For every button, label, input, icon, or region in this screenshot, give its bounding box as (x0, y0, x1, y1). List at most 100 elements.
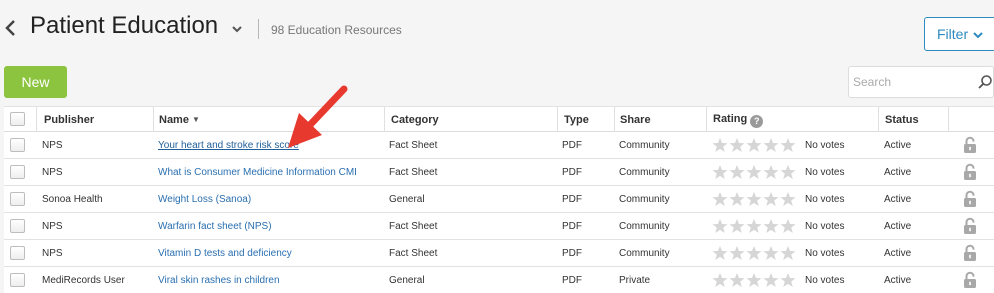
star-icon[interactable] (712, 272, 728, 288)
star-icon[interactable] (763, 191, 779, 207)
votes-cell: No votes (805, 275, 845, 286)
star-icon[interactable] (729, 137, 745, 153)
chevron-left-icon[interactable] (4, 18, 18, 38)
star-icon[interactable] (780, 137, 796, 153)
search-box (848, 66, 994, 98)
star-icon[interactable] (780, 218, 796, 234)
chevron-down-icon[interactable] (230, 22, 244, 36)
resource-count: 98 Education Resources (271, 23, 402, 37)
category-cell: General (389, 275, 425, 286)
star-icon[interactable] (780, 272, 796, 288)
star-icon[interactable] (746, 218, 762, 234)
table-row[interactable]: MediRecords User Viral skin rashes in chi… (4, 267, 994, 293)
publisher-cell: NPS (42, 221, 63, 232)
share-cell: Community (619, 221, 670, 232)
star-icon[interactable] (712, 137, 728, 153)
star-icon[interactable] (712, 245, 728, 261)
resource-name-link[interactable]: Weight Loss (Sanoa) (158, 194, 251, 205)
column-header-name[interactable]: Name ▼ (159, 114, 200, 126)
lock-icon[interactable] (962, 136, 978, 154)
page-header: Patient Education 98 Education Resources… (0, 0, 994, 58)
help-icon[interactable]: ? (750, 115, 764, 128)
star-icon[interactable] (746, 191, 762, 207)
column-separator (153, 107, 154, 132)
table-row[interactable]: NPS What is Consumer Medicine Information… (4, 159, 994, 186)
row-checkbox[interactable] (10, 192, 25, 206)
page-title: Patient Education (30, 12, 219, 39)
lock-icon[interactable] (962, 271, 978, 289)
lock-icon[interactable] (962, 163, 978, 181)
star-icon[interactable] (746, 245, 762, 261)
star-icon[interactable] (763, 218, 779, 234)
star-icon[interactable] (763, 137, 779, 153)
star-icon[interactable] (729, 218, 745, 234)
star-icon[interactable] (746, 137, 762, 153)
star-icon[interactable] (763, 245, 779, 261)
title-divider (258, 19, 259, 39)
resource-name-link[interactable]: What is Consumer Medicine Information CM… (158, 167, 357, 178)
column-header-publisher[interactable]: Publisher (44, 114, 94, 126)
star-icon[interactable] (729, 245, 745, 261)
select-all-checkbox[interactable] (10, 112, 25, 126)
rating-stars[interactable] (712, 164, 797, 180)
new-button[interactable]: New (4, 66, 67, 98)
column-header-category[interactable]: Category (391, 114, 439, 126)
lock-icon[interactable] (962, 244, 978, 262)
category-cell: Fact Sheet (389, 167, 438, 178)
star-icon[interactable] (763, 164, 779, 180)
table-row[interactable]: Sonoa Health Weight Loss (Sanoa) General PD… (4, 186, 994, 213)
resource-name-link[interactable]: Viral skin rashes in children (158, 275, 280, 286)
publisher-cell: NPS (42, 248, 63, 259)
share-cell: Community (619, 248, 670, 259)
row-checkbox[interactable] (10, 273, 25, 287)
search-input[interactable] (849, 67, 969, 97)
row-checkbox[interactable] (10, 246, 25, 260)
row-checkbox[interactable] (10, 138, 25, 152)
resource-name-link[interactable]: Warfarin fact sheet (NPS) (158, 221, 272, 232)
star-icon[interactable] (729, 191, 745, 207)
resource-name-link[interactable]: Vitamin D tests and deficiency (158, 248, 292, 259)
rating-stars[interactable] (712, 137, 797, 153)
star-icon[interactable] (763, 272, 779, 288)
row-checkbox[interactable] (10, 165, 25, 179)
star-icon[interactable] (780, 164, 796, 180)
star-icon[interactable] (712, 218, 728, 234)
star-icon[interactable] (780, 191, 796, 207)
column-header-rating-label: Rating (713, 113, 748, 125)
column-header-status[interactable]: Status (885, 114, 919, 126)
share-cell: Private (619, 275, 651, 286)
rating-stars[interactable] (712, 245, 797, 261)
star-icon[interactable] (729, 164, 745, 180)
rating-stars[interactable] (712, 218, 797, 234)
rating-stars[interactable] (712, 272, 797, 288)
resource-name-link[interactable]: Your heart and stroke risk score (158, 140, 299, 151)
sort-descending-icon: ▼ (191, 115, 200, 124)
star-icon[interactable] (780, 245, 796, 261)
status-cell: Active (884, 248, 912, 259)
table-row[interactable]: NPS Your heart and stroke risk score Fact … (4, 132, 994, 159)
column-separator (614, 107, 615, 132)
rating-stars[interactable] (712, 191, 797, 207)
star-icon[interactable] (729, 272, 745, 288)
table-row[interactable]: NPS Vitamin D tests and deficiency Fact Sh… (4, 240, 994, 267)
star-icon[interactable] (712, 191, 728, 207)
column-separator (384, 107, 385, 132)
lock-icon[interactable] (962, 217, 978, 235)
type-cell: PDF (562, 140, 582, 151)
column-header-share[interactable]: Share (620, 114, 651, 126)
column-header-rating[interactable]: Rating? (713, 113, 764, 128)
row-checkbox[interactable] (10, 219, 25, 233)
table-row[interactable]: NPS Warfarin fact sheet (NPS) Fact Sheet PD… (4, 213, 994, 240)
star-icon[interactable] (746, 164, 762, 180)
search-icon[interactable] (977, 74, 993, 90)
filter-button[interactable]: Filter (924, 17, 994, 51)
column-header-type[interactable]: Type (564, 114, 589, 126)
star-icon[interactable] (746, 272, 762, 288)
votes-cell: No votes (805, 221, 845, 232)
column-header-name-label: Name (159, 114, 189, 126)
star-icon[interactable] (712, 164, 728, 180)
publisher-cell: NPS (42, 167, 63, 178)
column-separator (706, 107, 707, 132)
lock-icon[interactable] (962, 190, 978, 208)
votes-cell: No votes (805, 194, 845, 205)
